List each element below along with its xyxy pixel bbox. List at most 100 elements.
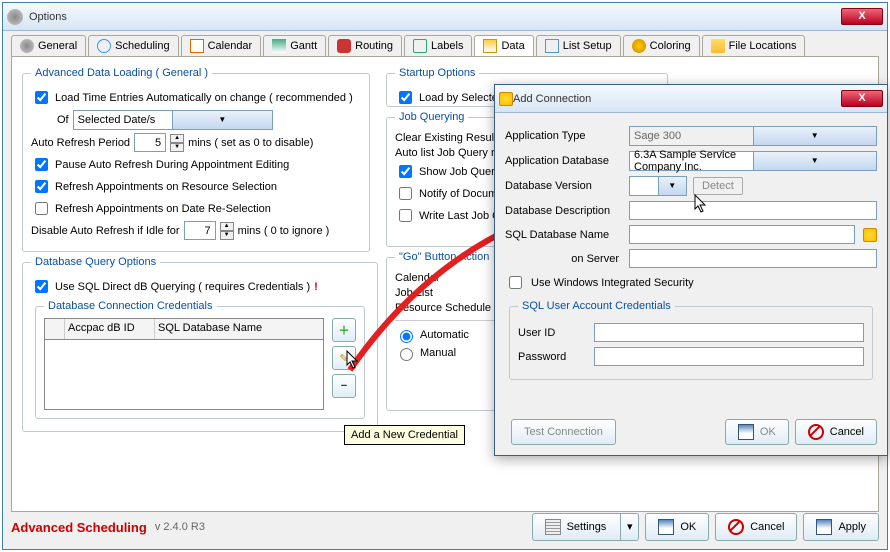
chk-refresh-date[interactable] [35,202,48,215]
input-disable-idle[interactable] [184,221,216,240]
lbl-db-version: Database Version [505,180,623,192]
chevron-down-icon[interactable]: ▼ [172,111,272,129]
chevron-down-icon[interactable]: ▼ [753,152,877,170]
chk-load-time-entries[interactable] [35,91,48,104]
legend-jobq: Job Querying [395,111,468,123]
radio-manual[interactable] [400,348,413,361]
ok-button[interactable]: OK [645,513,709,541]
edit-icon: ✎ [339,352,348,365]
tab-labels[interactable]: Labels [404,35,472,56]
lbl-user: User ID [518,327,588,339]
credentials-grid[interactable] [44,340,324,410]
close-icon[interactable]: X [841,90,883,107]
chk-show-jobq[interactable] [399,165,412,178]
options-titlebar[interactable]: Options X [3,3,887,31]
dialog-titlebar[interactable]: Add Connection X [495,85,887,113]
tab-general[interactable]: General [11,35,86,56]
tab-gantt[interactable]: Gantt [263,35,326,56]
disk-icon [738,424,754,440]
tab-list-setup[interactable]: List Setup [536,35,621,56]
spinner-disable-idle[interactable]: ▲▼ [220,222,234,240]
window-title: Options [29,11,841,23]
lbl-pause: Pause Auto Refresh During Appointment Ed… [55,159,289,171]
tab-coloring[interactable]: Coloring [623,35,700,56]
dialog-ok-button[interactable]: OK [725,419,789,445]
apply-button[interactable]: Apply [803,513,879,541]
spinner-auto-refresh[interactable]: ▲▼ [170,134,184,152]
chk-win-integrated[interactable] [509,276,522,289]
lbl-app-type: Application Type [505,130,623,142]
data-icon [483,39,497,53]
app-icon [7,9,23,25]
combo-app-db[interactable]: 6.3A Sample Service Company Inc.▼ [629,151,877,171]
tab-routing[interactable]: Routing [328,35,402,56]
label-icon [413,39,427,53]
detect-button[interactable]: Detect [693,177,743,195]
disk-icon [816,519,832,535]
lbl-use-sql: Use SQL Direct dB Querying ( requires Cr… [55,281,310,293]
save-icon [658,519,674,535]
lbl-automatic: Automatic [420,329,469,341]
tab-scheduling[interactable]: Scheduling [88,35,178,56]
dialog-title: Add Connection [513,93,841,105]
db-browse-icon[interactable] [863,228,877,242]
input-on-server[interactable] [629,249,877,268]
lbl-of: Of [57,114,69,126]
input-user[interactable] [594,323,864,342]
lbl-on-server: on Server [505,253,623,265]
add-connection-dialog: Add Connection X Application Type Sage 3… [494,84,888,456]
list-icon [545,39,559,53]
legend-dbq: Database Query Options [31,256,160,268]
tab-data[interactable]: Data [474,35,533,56]
chk-refresh-resource[interactable] [35,180,48,193]
cancel-icon [728,519,744,535]
input-pass[interactable] [594,347,864,366]
input-db-desc[interactable] [629,201,877,220]
edit-credential-button[interactable]: ✎ [332,346,356,370]
settings-button[interactable]: Settings▾ [532,513,640,541]
add-credential-button[interactable]: ＋ [332,318,356,342]
legend-creds: Database Connection Credentials [44,300,217,312]
cancel-icon [808,424,824,440]
remove-credential-button[interactable]: − [332,374,356,398]
chk-load-by-selected[interactable] [399,91,412,104]
input-sql-name[interactable] [629,225,855,244]
chevron-down-icon[interactable]: ▾ [620,514,638,540]
lbl-disable-idle: Disable Auto Refresh if Idle for [31,225,180,237]
combo-app-type[interactable]: Sage 300▼ [629,126,877,146]
group-advanced-data-loading: Advanced Data Loading ( General ) Load T… [22,67,370,252]
plus-icon: ＋ [339,322,350,338]
chk-pause[interactable] [35,158,48,171]
lbl-go-joblist: Job List [395,287,433,299]
chk-write-last[interactable] [399,209,412,222]
combo-db-version[interactable]: ▼ [629,176,687,196]
chevron-down-icon[interactable]: ▼ [753,127,877,145]
lbl-db-desc: Database Description [505,205,623,217]
product-name: Advanced Scheduling [11,520,147,535]
chevron-down-icon[interactable]: ▼ [658,177,687,195]
legend-adl: Advanced Data Loading ( General ) [31,67,212,79]
tab-file-locations[interactable]: File Locations [702,35,806,56]
cancel-button[interactable]: Cancel [715,513,797,541]
calendar-icon [190,39,204,53]
gantt-icon [272,39,286,53]
close-icon[interactable]: X [841,8,883,25]
tabstrip: General Scheduling Calendar Gantt Routin… [11,35,879,56]
lbl-sql-name: SQL Database Name [505,229,623,241]
input-auto-refresh[interactable] [134,133,166,152]
dialog-cancel-button[interactable]: Cancel [795,419,877,445]
test-connection-button[interactable]: Test Connection [511,419,616,445]
product-version: v 2.4.0 R3 [155,521,205,533]
combo-of[interactable]: Selected Date/s▼ [73,110,273,130]
lbl-auto-refresh: Auto Refresh Period [31,137,130,149]
group-db-query-options: Database Query Options Use SQL Direct dB… [22,256,378,432]
tab-calendar[interactable]: Calendar [181,35,262,56]
group-db-credentials: Database Connection Credentials Accpac d… [35,300,365,419]
legend-go: "Go" Button Action » [395,251,506,263]
credentials-table[interactable]: Accpac dB ID SQL Database Name [44,318,324,340]
lbl-go-calendar: Calendar [395,272,440,284]
footer: Advanced Scheduling v 2.4.0 R3 Settings▾… [11,513,879,541]
chk-notify[interactable] [399,187,412,200]
chk-use-sql[interactable] [35,280,48,293]
radio-automatic[interactable] [400,330,413,343]
